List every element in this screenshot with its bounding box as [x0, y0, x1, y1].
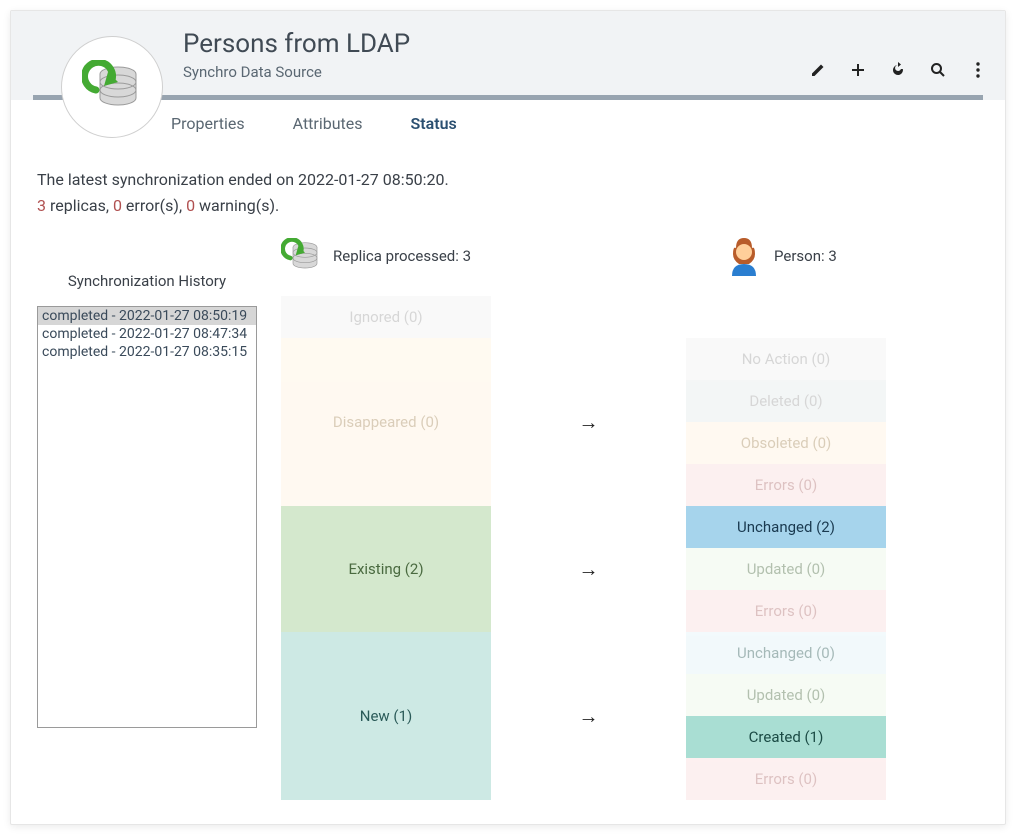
- summary-errors-label: error(s),: [122, 196, 186, 215]
- source-icon: [61, 36, 163, 138]
- search-icon[interactable]: [929, 61, 947, 79]
- new-updated-cell[interactable]: Updated (0): [686, 674, 886, 716]
- existing-errors-cell[interactable]: Errors (0): [686, 590, 886, 632]
- ignored-box[interactable]: Ignored (0): [281, 296, 491, 338]
- edit-icon[interactable]: [809, 61, 827, 79]
- arrow-icon: →: [491, 338, 686, 506]
- existing-unchanged-cell[interactable]: Unchanged (2): [686, 506, 886, 548]
- noaction-cell[interactable]: No Action (0): [686, 338, 886, 380]
- history-item[interactable]: completed - 2022-01-27 08:50:19: [38, 307, 256, 325]
- tab-properties[interactable]: Properties: [171, 114, 245, 133]
- new-box[interactable]: New (1): [281, 632, 491, 800]
- person-icon: [726, 236, 762, 276]
- sync-source-card: Persons from LDAP Synchro Data Source: [10, 10, 1006, 825]
- summary-suffix: .: [444, 170, 448, 189]
- history-item[interactable]: completed - 2022-01-27 08:35:15: [38, 343, 256, 361]
- card-header: Persons from LDAP Synchro Data Source: [11, 11, 1005, 100]
- add-icon[interactable]: [849, 61, 867, 79]
- page-title: Persons from LDAP: [183, 29, 983, 59]
- summary-prefix: The latest synchronization ended on: [37, 170, 298, 189]
- summary-warnings-label: warning(s).: [195, 196, 279, 215]
- new-errors-cell[interactable]: Errors (0): [686, 758, 886, 800]
- replica-icon: [281, 238, 321, 274]
- tab-bar: Properties Attributes Status: [11, 100, 1005, 147]
- arrow-icon: →: [491, 632, 686, 800]
- summary-warnings-count: 0: [186, 196, 195, 215]
- existing-updated-cell[interactable]: Updated (0): [686, 548, 886, 590]
- person-header: Person: 3: [774, 247, 837, 265]
- more-icon[interactable]: [969, 61, 987, 79]
- summary-errors-count: 0: [113, 196, 122, 215]
- summary-replicas-label: replicas,: [46, 196, 113, 215]
- disappeared-errors-cell[interactable]: Errors (0): [686, 464, 886, 506]
- disappeared-box[interactable]: Disappeared (0): [281, 338, 491, 506]
- obsoleted-cell[interactable]: Obsoleted (0): [686, 422, 886, 464]
- tab-status[interactable]: Status: [411, 114, 457, 133]
- new-unchanged-cell[interactable]: Unchanged (0): [686, 632, 886, 674]
- header-toolbar: [809, 61, 987, 79]
- tab-attributes[interactable]: Attributes: [293, 114, 363, 133]
- deleted-cell[interactable]: Deleted (0): [686, 380, 886, 422]
- existing-box[interactable]: Existing (2): [281, 506, 491, 632]
- history-item[interactable]: completed - 2022-01-27 08:47:34: [38, 325, 256, 343]
- summary-timestamp: 2022-01-27 08:50:20: [298, 170, 444, 189]
- refresh-icon[interactable]: [889, 61, 907, 79]
- new-created-cell[interactable]: Created (1): [686, 716, 886, 758]
- history-listbox[interactable]: completed - 2022-01-27 08:50:19 complete…: [37, 306, 257, 728]
- replica-header: Replica processed: 3: [333, 247, 471, 265]
- status-panel: The latest synchronization ended on 2022…: [11, 147, 1005, 820]
- sync-summary: The latest synchronization ended on 2022…: [37, 167, 979, 218]
- arrow-icon: →: [491, 506, 686, 632]
- summary-replicas-count: 3: [37, 196, 46, 215]
- history-heading: Synchronization History: [37, 272, 257, 290]
